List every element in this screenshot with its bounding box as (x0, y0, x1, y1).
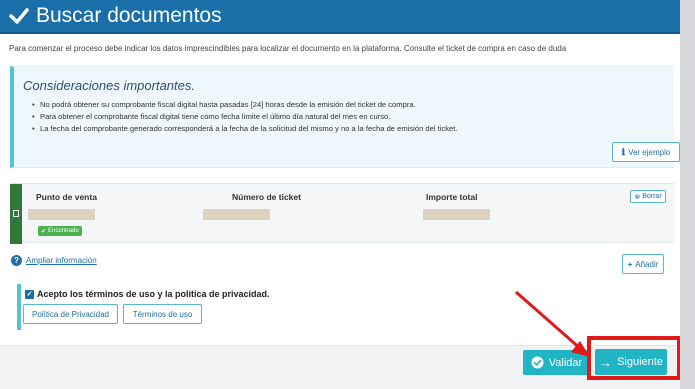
list-item: La fecha del comprobante generado corres… (32, 124, 457, 133)
terms-checkbox[interactable]: ✓ (25, 289, 34, 299)
page-header: Buscar documentos (0, 0, 680, 34)
question-icon: ? (11, 255, 22, 266)
intro-text: Para comenzar el proceso debe indicar lo… (9, 44, 567, 53)
page-title: Buscar documentos (36, 4, 222, 27)
check-circle-icon: ✔ (41, 228, 47, 235)
ticket-number-field[interactable] (203, 209, 270, 220)
view-example-label: Ver ejemplo (628, 147, 671, 157)
list-item: No podrá obtener su comprobante fiscal d… (32, 100, 457, 109)
add-button[interactable]: + Añadir (622, 254, 664, 274)
check-icon (9, 8, 29, 24)
add-label: Añadir (635, 259, 659, 269)
considerations-list: No podrá obtener su comprobante fiscal d… (32, 100, 457, 136)
terms-panel: ✓ Acepto los términos de uso y la políti… (17, 284, 677, 330)
column-header-ticket-number: Número de ticket (232, 192, 301, 202)
more-info-label: Ampliar información (26, 256, 97, 265)
considerations-title: Consideraciones importantes. (23, 78, 195, 93)
point-of-sale-field[interactable] (28, 209, 95, 220)
validate-label: Validar (548, 356, 583, 369)
total-amount-field[interactable] (423, 209, 490, 220)
privacy-policy-button[interactable]: Política de Privacidad (23, 304, 118, 324)
validate-button[interactable]: Validar (523, 350, 590, 375)
considerations-panel: Consideraciones importantes. No podrá ob… (10, 66, 680, 168)
column-header-total-amount: Importe total (426, 192, 478, 202)
terms-of-use-button[interactable]: Términos de uso (123, 304, 202, 324)
scrollbar[interactable] (680, 0, 695, 389)
ticket-row-marker (10, 184, 22, 244)
highlight-box (587, 336, 681, 380)
list-item: Para obtener el comprobante fiscal digit… (32, 112, 457, 121)
column-header-point-of-sale: Punto de venta (36, 192, 97, 202)
view-example-button[interactable]: ℹ Ver ejemplo (612, 142, 680, 162)
page: Buscar documentos Para comenzar el proce… (0, 0, 695, 389)
status-badge: ✔ Encontrado (38, 226, 82, 236)
terms-label: Acepto los términos de uso y la política… (37, 289, 270, 299)
row-marker-icon (13, 210, 19, 217)
ticket-row: Punto de venta Número de ticket Importe … (10, 183, 674, 244)
check-circle-icon (531, 356, 544, 369)
delete-label: Borrar (642, 193, 662, 200)
plus-icon: + (627, 259, 633, 269)
terms-checkbox-row[interactable]: ✓ Acepto los términos de uso y la políti… (25, 289, 270, 299)
status-badge-label: Encontrado (48, 228, 79, 234)
info-icon: ℹ (621, 146, 626, 157)
remove-icon: ⊗ (634, 193, 641, 201)
delete-button[interactable]: ⊗ Borrar (630, 190, 666, 203)
more-info-link[interactable]: ? Ampliar información (11, 255, 97, 266)
